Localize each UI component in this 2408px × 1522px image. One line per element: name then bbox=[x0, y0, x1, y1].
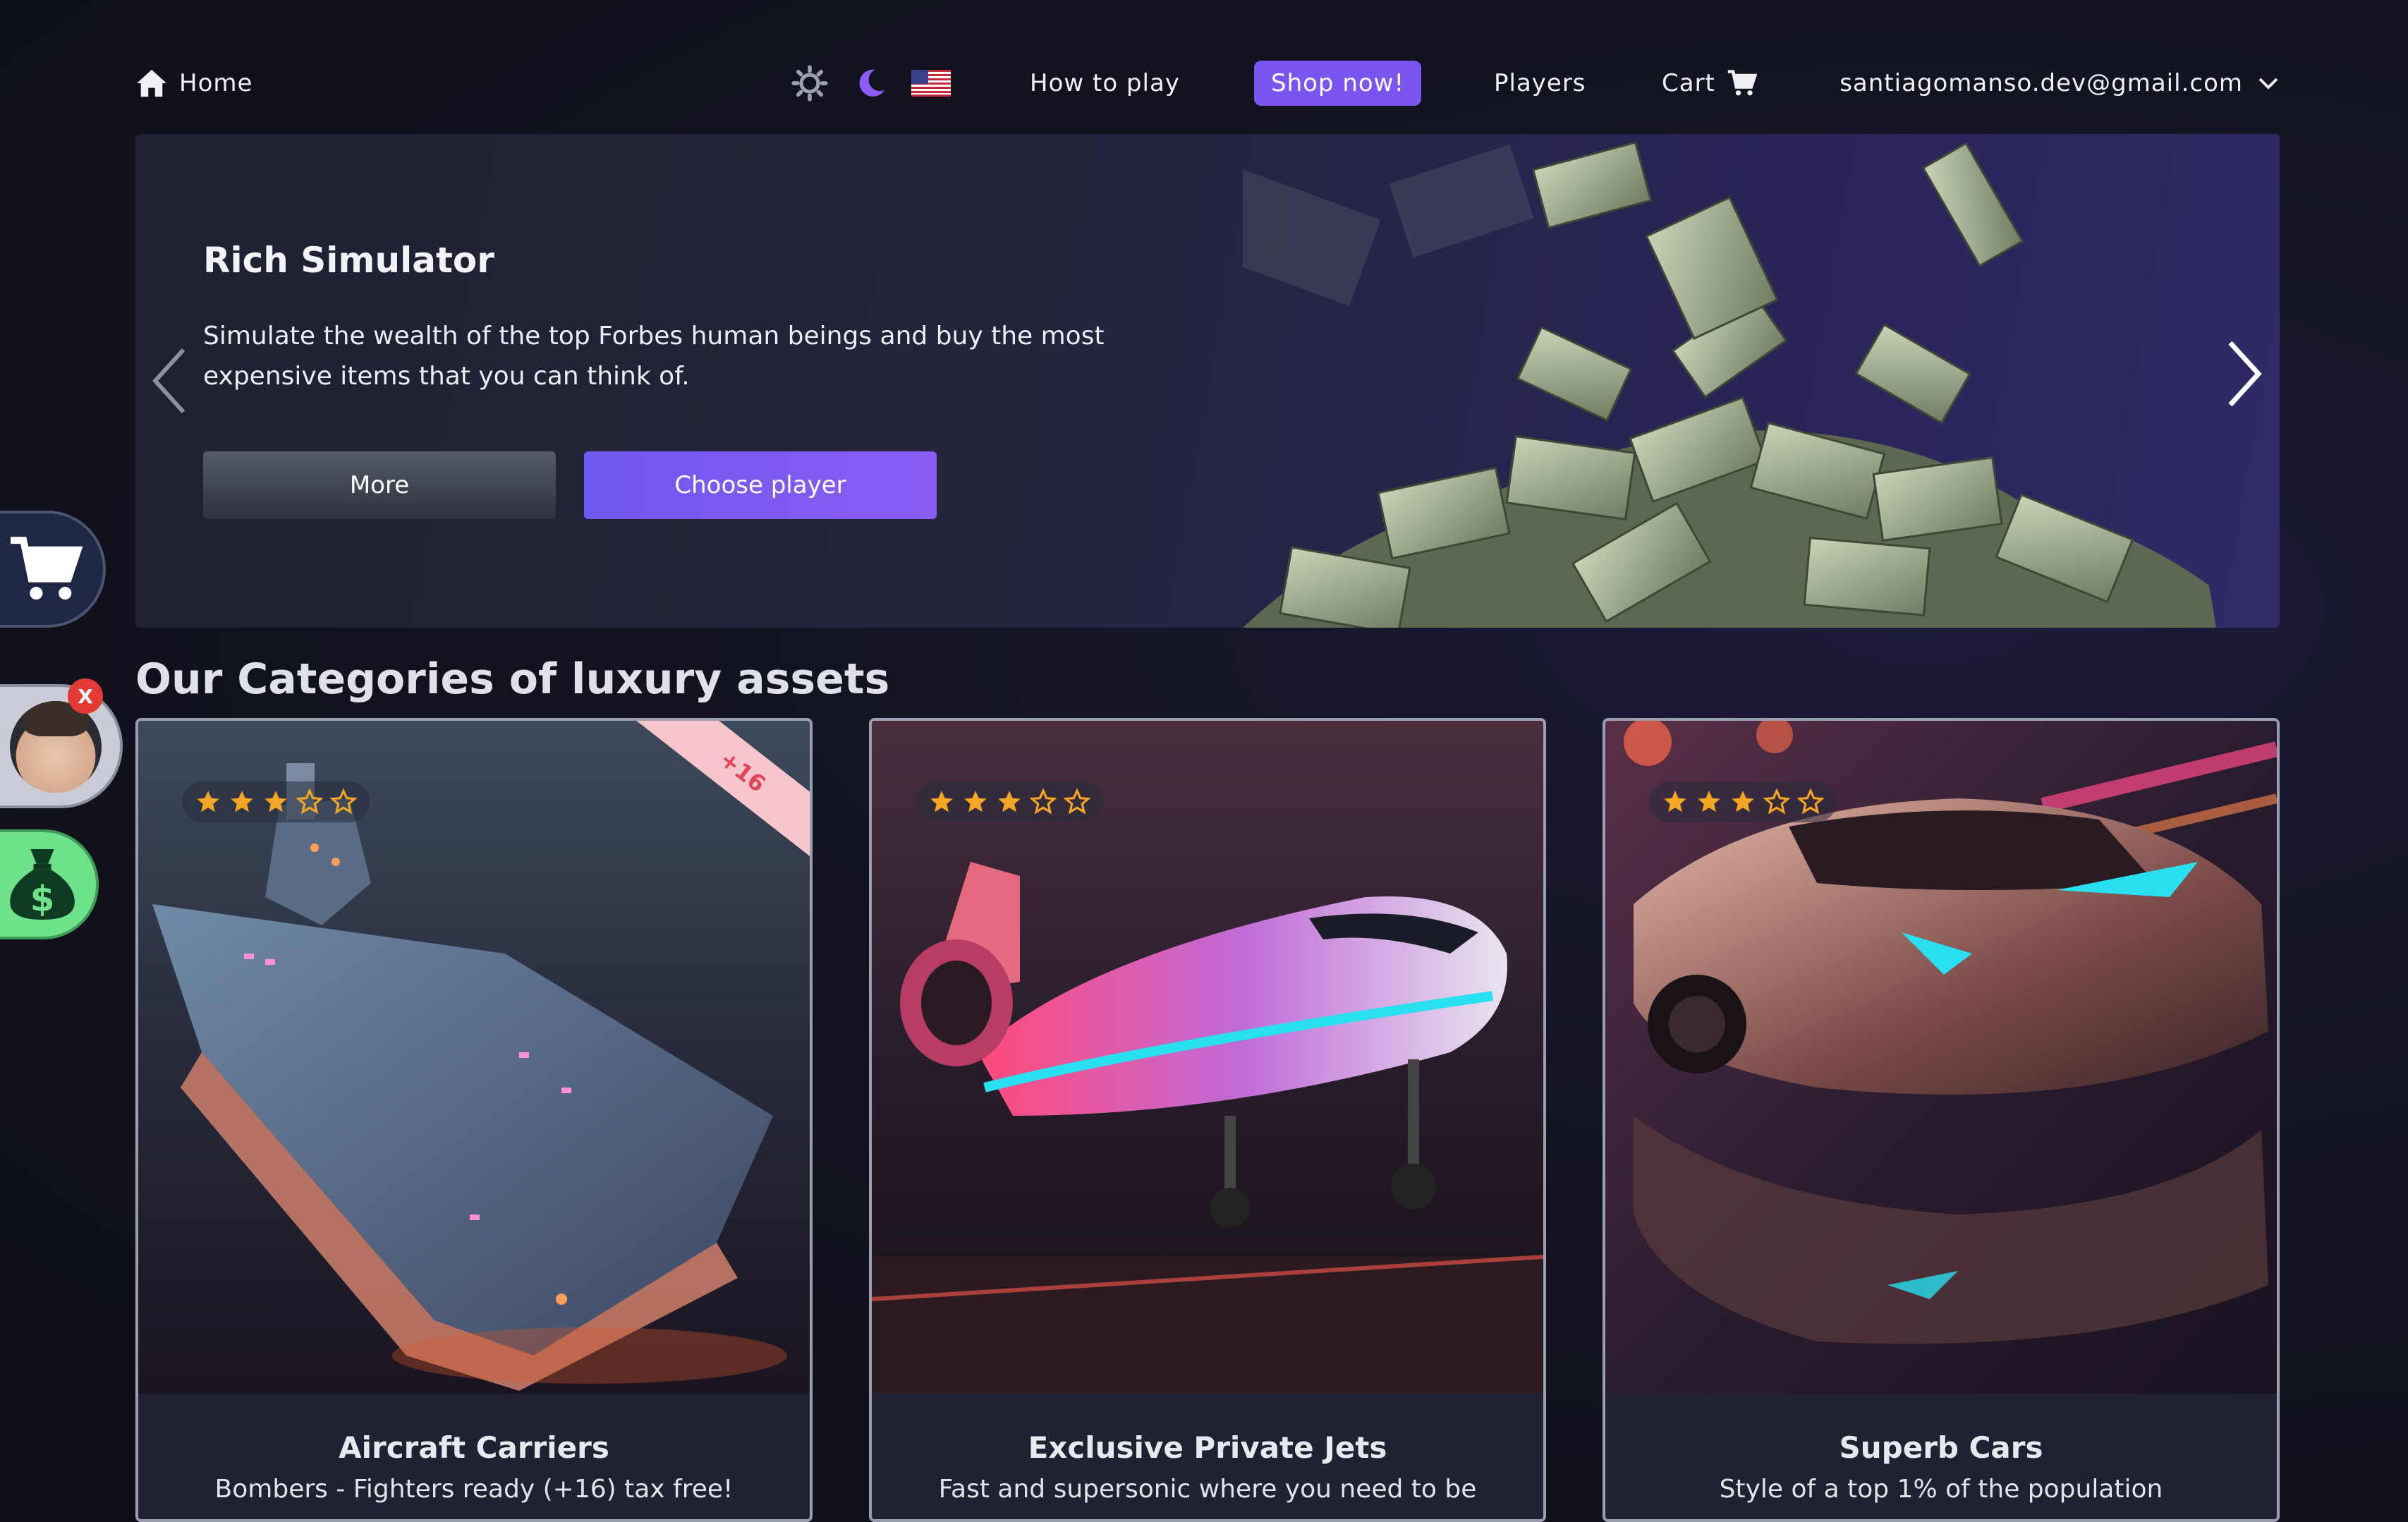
star-filled-icon bbox=[197, 791, 219, 812]
shop-now-button[interactable]: Shop now! bbox=[1254, 61, 1422, 106]
moon-icon bbox=[859, 69, 885, 97]
dark-theme-toggle[interactable] bbox=[855, 55, 887, 111]
star-filled-icon bbox=[998, 791, 1021, 812]
star-filled-icon bbox=[231, 791, 253, 812]
selected-player-avatar[interactable]: X bbox=[0, 678, 123, 808]
chevron-down-icon bbox=[2258, 78, 2278, 90]
star-empty-icon bbox=[1030, 789, 1057, 815]
card-footer: Exclusive Private Jets Fast and superson… bbox=[872, 1394, 1543, 1519]
cart-icon bbox=[11, 537, 83, 600]
carousel-next-arrow[interactable] bbox=[2223, 339, 2266, 409]
star-filled-icon bbox=[1732, 791, 1754, 812]
rating-stars bbox=[182, 781, 370, 822]
card-footer: Aircraft Carriers Bombers - Fighters rea… bbox=[138, 1394, 810, 1519]
floating-cart-button[interactable] bbox=[0, 511, 106, 628]
rating-stars bbox=[1649, 781, 1837, 822]
carousel-prev-arrow[interactable] bbox=[148, 346, 190, 416]
star-filled-icon bbox=[1664, 791, 1686, 812]
more-button[interactable]: More bbox=[203, 451, 556, 519]
star-empty-icon bbox=[330, 789, 357, 815]
hero-title: Rich Simulator bbox=[203, 240, 494, 281]
category-card-superb-cars[interactable]: Superb Cars Style of a top 1% of the pop… bbox=[1603, 718, 2280, 1522]
card-title: Superb Cars bbox=[1839, 1430, 2043, 1465]
star-filled-icon bbox=[1698, 791, 1720, 812]
cart-label: Cart bbox=[1662, 69, 1715, 97]
home-label: Home bbox=[179, 69, 253, 97]
card-subtitle: Fast and supersonic where you need to be bbox=[938, 1475, 1477, 1504]
avatar bbox=[10, 701, 102, 793]
star-filled-icon bbox=[930, 791, 953, 812]
language-selector[interactable] bbox=[911, 55, 951, 111]
card-subtitle: Style of a top 1% of the population bbox=[1719, 1475, 2163, 1504]
players-link[interactable]: Players bbox=[1494, 55, 1586, 111]
cart-link[interactable]: Cart bbox=[1662, 55, 1758, 111]
star-empty-icon bbox=[1763, 789, 1790, 815]
floating-money-button[interactable]: $ bbox=[0, 829, 99, 939]
money-bag-icon: $ bbox=[10, 849, 75, 920]
how-to-play-link[interactable]: How to play bbox=[1030, 55, 1180, 111]
rating-stars bbox=[916, 781, 1103, 822]
svg-text:$: $ bbox=[30, 879, 55, 920]
light-theme-toggle[interactable] bbox=[791, 55, 828, 111]
star-empty-icon bbox=[1797, 789, 1824, 815]
star-filled-icon bbox=[964, 791, 987, 812]
money-pile-image bbox=[1243, 141, 2216, 628]
category-card-aircraft-carriers[interactable]: +16 Aircraft Carriers Bombers - Fighters… bbox=[135, 718, 813, 1522]
card-footer: Superb Cars Style of a top 1% of the pop… bbox=[1605, 1394, 2277, 1519]
account-email: santiagomanso.dev@gmail.com bbox=[1840, 69, 2243, 97]
hero-description: Simulate the wealth of the top Forbes hu… bbox=[203, 322, 1105, 391]
account-menu[interactable]: santiagomanso.dev@gmail.com bbox=[1840, 55, 2281, 111]
star-empty-icon bbox=[296, 789, 323, 815]
home-link[interactable]: Home bbox=[135, 55, 253, 111]
card-title: Aircraft Carriers bbox=[339, 1430, 609, 1465]
choose-player-button[interactable]: Choose player bbox=[584, 451, 937, 519]
top-navbar: Home How to play Shop now! Players Cart … bbox=[135, 55, 2281, 111]
home-icon bbox=[137, 69, 166, 97]
cart-icon bbox=[1727, 70, 1758, 96]
hero-carousel: Rich Simulator Simulate the wealth of th… bbox=[135, 134, 2280, 628]
star-empty-icon bbox=[1064, 789, 1090, 815]
card-title: Exclusive Private Jets bbox=[1028, 1430, 1387, 1465]
star-filled-icon bbox=[264, 791, 287, 812]
remove-player-button[interactable]: X bbox=[68, 678, 103, 714]
category-card-private-jets[interactable]: Exclusive Private Jets Fast and superson… bbox=[869, 718, 1546, 1522]
card-subtitle: Bombers - Fighters ready (+16) tax free! bbox=[214, 1475, 734, 1504]
categories-title: Our Categories of luxury assets bbox=[135, 655, 890, 704]
sun-icon bbox=[791, 65, 828, 102]
us-flag-icon bbox=[911, 70, 951, 97]
